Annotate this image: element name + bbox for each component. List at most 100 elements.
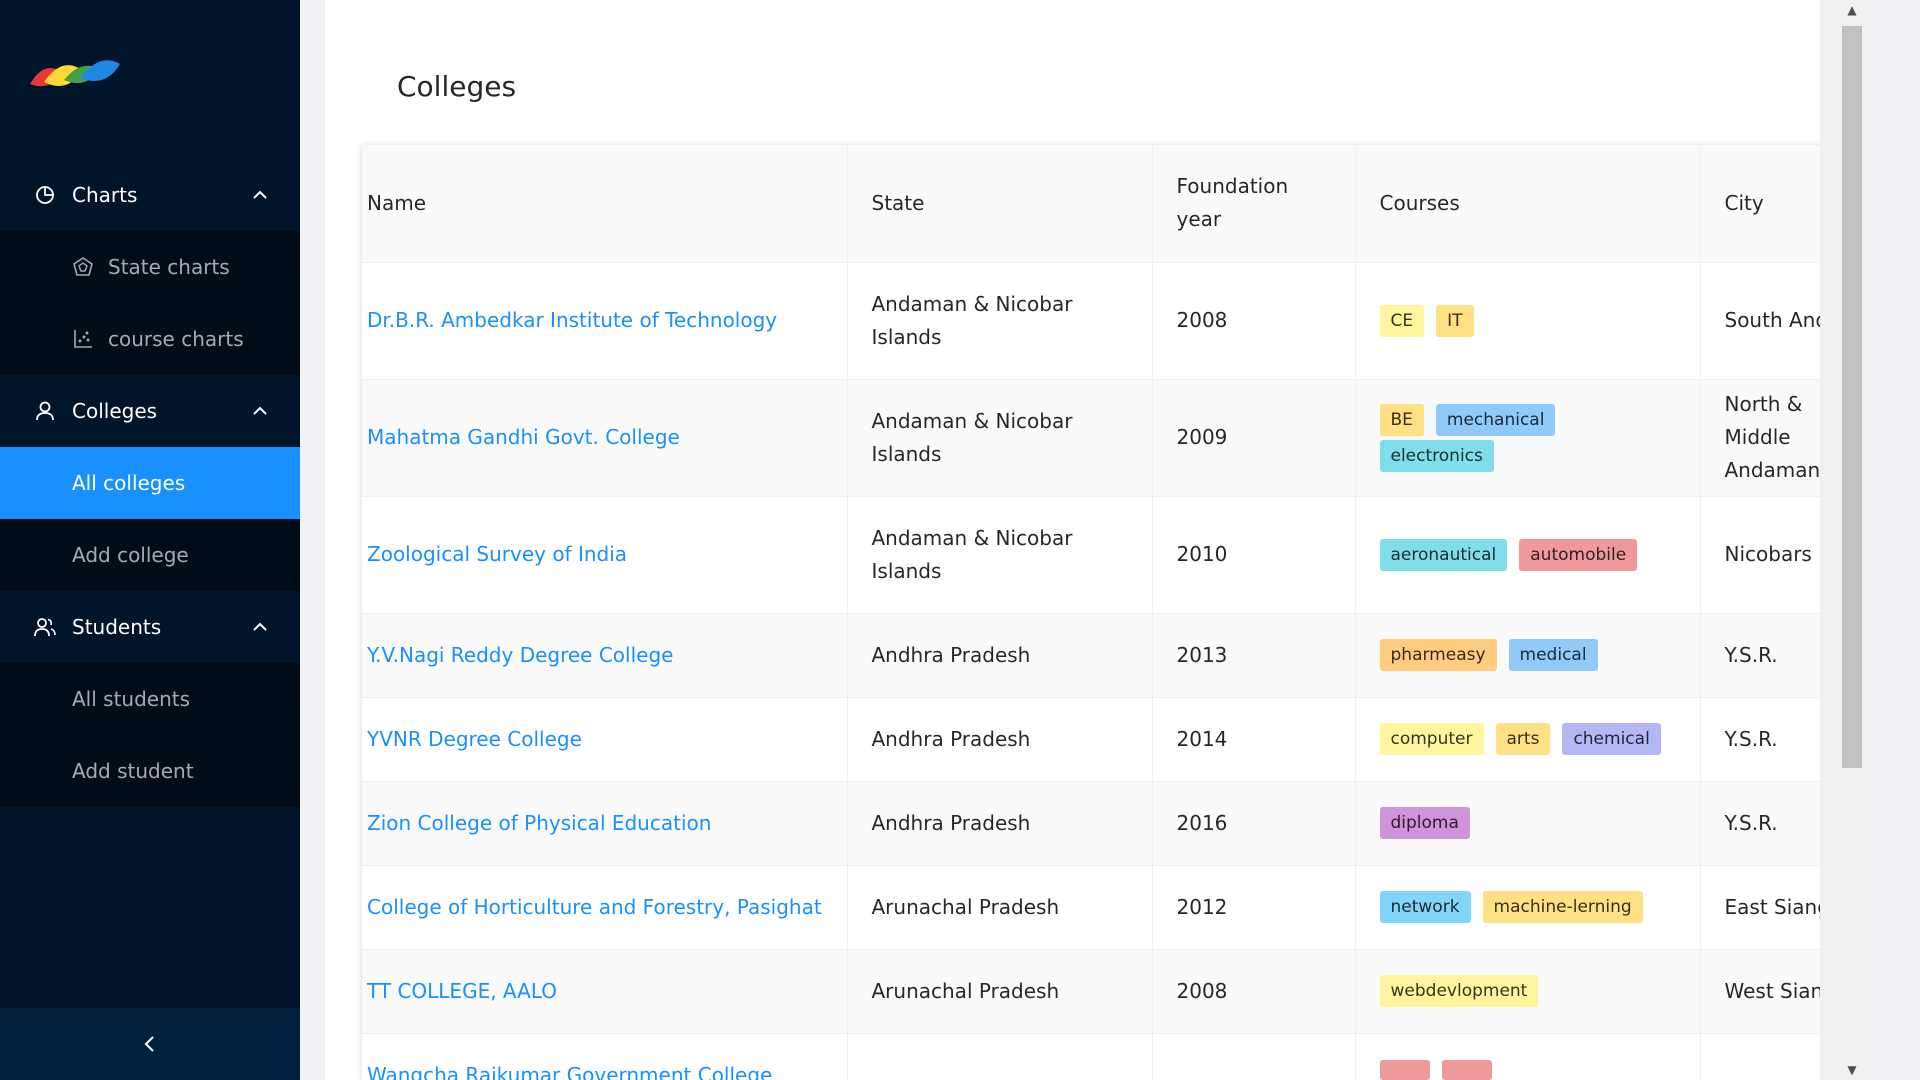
scroll-up-arrow-icon[interactable]: ▲	[1844, 2, 1860, 18]
submenu-charts: State charts course charts	[0, 231, 300, 375]
cell-name: College of Horticulture and Forestry, Pa…	[362, 865, 848, 950]
menu-item-add-student[interactable]: Add student	[0, 735, 300, 807]
menu-group-colleges[interactable]: Colleges	[0, 375, 300, 447]
column-header-state[interactable]: State	[847, 145, 1153, 263]
table-row: College of Horticulture and Forestry, Pa…	[362, 865, 1835, 950]
course-tag: webdevlopment	[1379, 975, 1539, 1007]
cell-foundation-year: 2010	[1152, 496, 1356, 614]
table-row: Dr.B.R. Ambedkar Institute of Technology…	[362, 262, 1835, 380]
page-scrollbar[interactable]: ▲ ▼	[1820, 0, 1870, 1080]
cell-foundation-year: 2014	[1152, 697, 1356, 782]
course-tag: automobile	[1519, 538, 1638, 571]
column-header-name[interactable]: Name	[362, 145, 848, 263]
menu-group-students[interactable]: Students	[0, 591, 300, 663]
college-name-link[interactable]: TT COLLEGE, AALO	[367, 979, 557, 1003]
table-row: TT COLLEGE, AALO Arunachal Pradesh 2008 web…	[362, 949, 1835, 1034]
cell-state	[847, 1033, 1153, 1080]
course-tag: IT	[1436, 304, 1474, 337]
table-row: Mahatma Gandhi Govt. College Andaman & Ni…	[362, 379, 1835, 497]
menu-item-add-college[interactable]: Add college	[0, 519, 300, 591]
cell-foundation-year: 2016	[1152, 781, 1356, 866]
course-tag: aeronautical	[1379, 538, 1508, 571]
menu-item-label: All colleges	[72, 471, 186, 495]
menu-group-charts[interactable]: Charts	[0, 159, 300, 231]
cell-foundation-year: 2008	[1152, 262, 1356, 380]
menu-item-label: All students	[72, 687, 191, 711]
cell-state: Andhra Pradesh	[847, 781, 1153, 866]
pie-chart-icon	[36, 186, 54, 204]
cell-city: South Andaman	[1700, 262, 1835, 380]
menu-item-label: course charts	[108, 327, 244, 351]
sidebar-collapse-button[interactable]	[0, 1008, 300, 1080]
course-tag: network	[1379, 891, 1471, 923]
column-header-city[interactable]: City	[1700, 145, 1835, 263]
college-name-link[interactable]: Zoological Survey of India	[367, 542, 627, 566]
table-row: Y.V.Nagi Reddy Degree College Andhra Prad…	[362, 613, 1835, 698]
table-row: Wangcha Rajkumar Government College	[362, 1033, 1835, 1080]
college-name-link[interactable]: Y.V.Nagi Reddy Degree College	[367, 643, 673, 667]
course-tag: BE	[1379, 403, 1424, 436]
cell-foundation-year: 2009	[1152, 379, 1356, 497]
college-name-link[interactable]: Dr.B.R. Ambedkar Institute of Technology	[367, 308, 777, 332]
menu-item-all-students[interactable]: All students	[0, 663, 300, 735]
submenu-colleges: All colleges Add college	[0, 447, 300, 591]
cell-city: Nicobars	[1700, 496, 1835, 614]
cell-state: Andaman & Nicobar Islands	[847, 496, 1153, 614]
cell-name: Dr.B.R. Ambedkar Institute of Technology	[362, 262, 848, 380]
cell-name: Y.V.Nagi Reddy Degree College	[362, 613, 848, 698]
cell-state: Andaman & Nicobar Islands	[847, 262, 1153, 380]
sidebar-menu: Charts State charts course charts Colleg…	[0, 159, 300, 807]
cell-courses: CE IT	[1355, 262, 1701, 380]
course-tag: diploma	[1379, 807, 1470, 839]
cell-name: Zoological Survey of India	[362, 496, 848, 614]
table-row: Zion College of Physical Education Andhra…	[362, 781, 1835, 866]
cell-city: West Siang	[1700, 949, 1835, 1034]
cell-state: Andhra Pradesh	[847, 613, 1153, 698]
cell-courses: computer arts chemical	[1355, 697, 1701, 782]
course-tag: medical	[1508, 639, 1598, 671]
menu-group-label: Students	[72, 615, 162, 639]
cell-state: Arunachal Pradesh	[847, 949, 1153, 1034]
course-tag: CE	[1379, 304, 1425, 337]
cell-courses	[1355, 1033, 1701, 1080]
page-title: Colleges	[397, 70, 517, 103]
scroll-down-arrow-icon[interactable]: ▼	[1844, 1062, 1860, 1078]
cell-courses: diploma	[1355, 781, 1701, 866]
radar-chart-icon	[73, 257, 93, 276]
college-name-link[interactable]: Mahatma Gandhi Govt. College	[367, 425, 680, 449]
cell-city: Y.S.R.	[1700, 697, 1835, 782]
menu-item-course-charts[interactable]: course charts	[0, 303, 300, 375]
chevron-up-icon	[253, 622, 267, 631]
course-tag: computer	[1379, 723, 1484, 755]
course-tag	[1379, 1060, 1430, 1080]
college-name-link[interactable]: Wangcha Rajkumar Government College	[367, 1063, 772, 1080]
column-header-foundation-year[interactable]: Foundation year	[1152, 145, 1356, 263]
cell-courses: pharmeasy medical	[1355, 613, 1701, 698]
cell-state: Arunachal Pradesh	[847, 865, 1153, 950]
chevron-up-icon	[253, 406, 267, 415]
menu-group-label: Colleges	[72, 399, 158, 423]
course-tag: mechanical	[1435, 403, 1556, 436]
cell-state: Andhra Pradesh	[847, 697, 1153, 782]
table-body: Dr.B.R. Ambedkar Institute of Technology…	[362, 262, 1835, 1080]
cell-courses: network machine-lerning	[1355, 865, 1701, 950]
course-tag: arts	[1495, 723, 1551, 755]
app-logo[interactable]	[28, 52, 122, 96]
menu-item-all-colleges[interactable]: All colleges	[0, 447, 300, 519]
cell-foundation-year: 2013	[1152, 613, 1356, 698]
course-tag: pharmeasy	[1379, 639, 1497, 671]
column-header-courses[interactable]: Courses	[1355, 145, 1701, 263]
college-name-link[interactable]: College of Horticulture and Forestry, Pa…	[367, 895, 822, 919]
scrollbar-thumb[interactable]	[1842, 26, 1862, 768]
menu-item-label: Add student	[72, 759, 194, 783]
menu-group-label: Charts	[72, 183, 138, 207]
cell-city: Y.S.R.	[1700, 613, 1835, 698]
college-name-link[interactable]: YVNR Degree College	[367, 727, 582, 751]
cell-name: TT COLLEGE, AALO	[362, 949, 848, 1034]
college-name-link[interactable]: Zion College of Physical Education	[367, 811, 711, 835]
colleges-table-container[interactable]: Name State Foundation year Courses City …	[362, 145, 1835, 1080]
cell-name: Wangcha Rajkumar Government College	[362, 1033, 848, 1080]
menu-item-state-charts[interactable]: State charts	[0, 231, 300, 303]
cell-name: Zion College of Physical Education	[362, 781, 848, 866]
course-tag: machine-lerning	[1482, 891, 1643, 923]
